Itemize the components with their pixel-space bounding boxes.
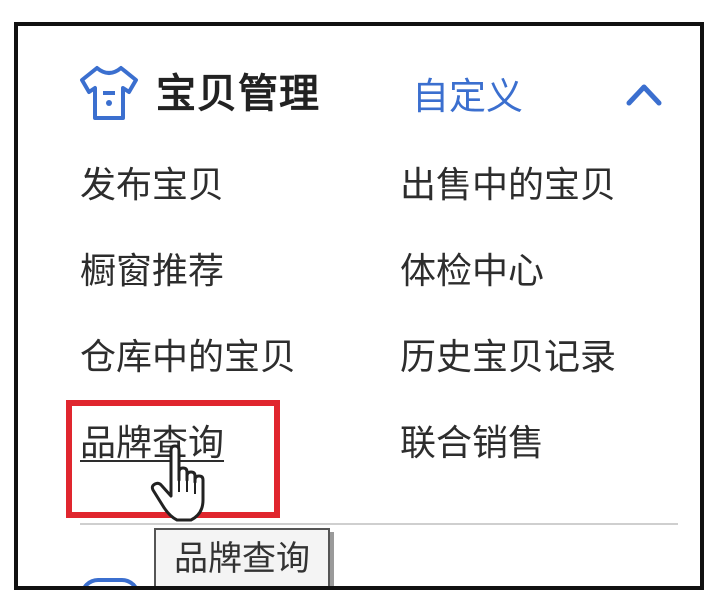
section-title: 宝贝管理 xyxy=(156,71,320,117)
customize-link[interactable]: 自定义 xyxy=(412,68,523,126)
menu-item-publish[interactable]: 发布宝贝 xyxy=(80,160,224,212)
menu-item-on-sale[interactable]: 出售中的宝贝 xyxy=(400,160,616,212)
menu-item-history[interactable]: 历史宝贝记录 xyxy=(400,332,616,384)
shirt-icon xyxy=(80,66,138,120)
menu-item-warehouse[interactable]: 仓库中的宝贝 xyxy=(80,332,296,384)
section-header: 宝贝管理 自定义 xyxy=(78,60,698,130)
next-section-icon xyxy=(80,578,140,586)
tooltip: 品牌查询 xyxy=(154,528,330,586)
hand-pointer-icon xyxy=(150,444,205,522)
menu-item-joint-sales[interactable]: 联合销售 xyxy=(400,418,544,470)
menu-panel: 宝贝管理 自定义 发布宝贝 出售中的宝贝 橱窗推荐 体检中心 仓库中的宝贝 历史… xyxy=(14,22,704,590)
chevron-up-icon[interactable] xyxy=(624,80,664,108)
menu-item-checkup-center[interactable]: 体检中心 xyxy=(400,246,544,298)
menu-item-showcase[interactable]: 橱窗推荐 xyxy=(80,246,224,298)
